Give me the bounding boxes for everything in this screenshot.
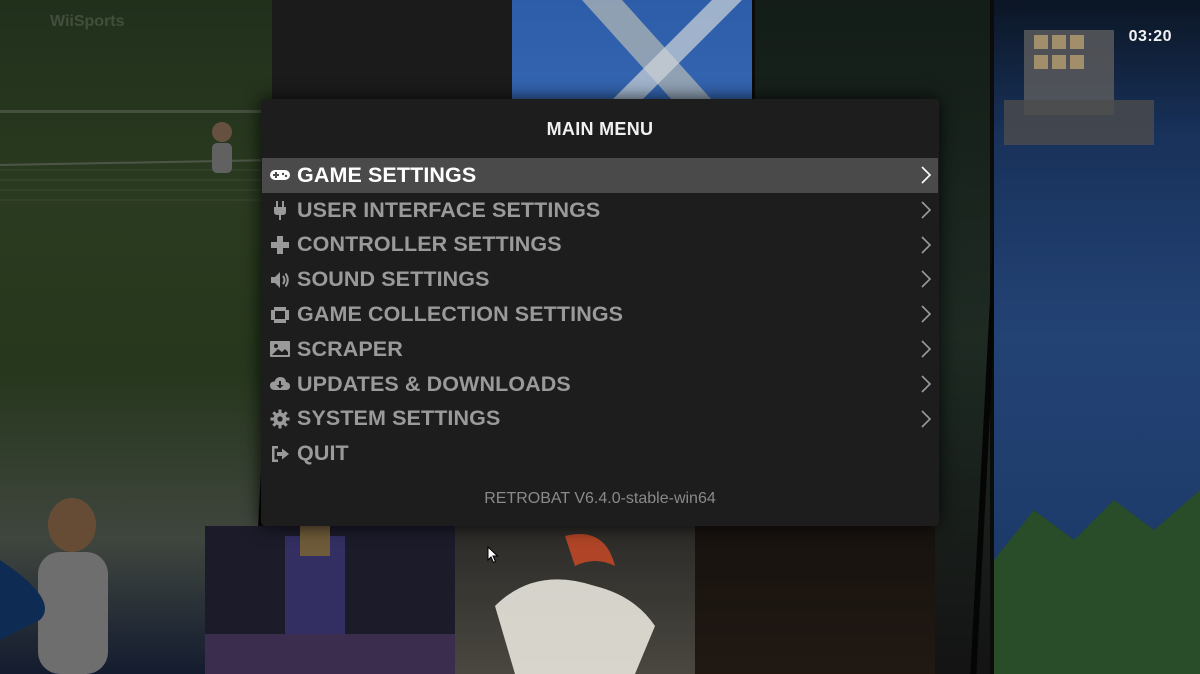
- speaker-icon: [269, 269, 291, 291]
- cloud-download-icon: [269, 373, 291, 395]
- version-label: RETROBAT V6.4.0-stable-win64: [484, 490, 716, 507]
- main-menu: MAIN MENU GAME SETTINGS USER INTERFACE S…: [261, 99, 939, 526]
- menu-title: MAIN MENU: [546, 119, 654, 139]
- menu-item-sound-settings[interactable]: SOUND SETTINGS: [262, 262, 938, 297]
- menu-item-system-settings[interactable]: SYSTEM SETTINGS: [262, 402, 938, 437]
- menu-item-user-interface-settings[interactable]: USER INTERFACE SETTINGS: [262, 193, 938, 228]
- background-logo-text: WiiSports: [50, 13, 125, 30]
- bg-panel-ocean: [994, 0, 1200, 674]
- collection-frame-icon: [269, 304, 291, 326]
- chevron-right-icon: [921, 305, 932, 323]
- chevron-right-icon: [921, 236, 932, 254]
- menu-item-game-collection-settings[interactable]: GAME COLLECTION SETTINGS: [262, 297, 938, 332]
- chevron-right-icon: [921, 166, 932, 184]
- clock: 03:20: [1128, 28, 1172, 45]
- chevron-right-icon: [921, 340, 932, 358]
- plug-icon: [269, 199, 291, 221]
- gear-icon: [269, 408, 291, 430]
- menu-item-label: USER INTERFACE SETTINGS: [297, 197, 601, 222]
- exit-icon: [269, 443, 291, 465]
- chevron-right-icon: [921, 270, 932, 288]
- gamepad-icon: [269, 164, 291, 186]
- menu-item-label: SOUND SETTINGS: [297, 267, 490, 292]
- menu-item-label: GAME SETTINGS: [297, 162, 477, 187]
- menu-item-controller-settings[interactable]: CONTROLLER SETTINGS: [262, 228, 938, 263]
- chevron-right-icon: [921, 375, 932, 393]
- bg-panel-pixel-fighter: [205, 526, 455, 674]
- chevron-right-icon: [921, 201, 932, 219]
- menu-item-label: SYSTEM SETTINGS: [297, 406, 501, 431]
- menu-item-label: GAME COLLECTION SETTINGS: [297, 302, 624, 327]
- dpad-cross-icon: [269, 234, 291, 256]
- menu-item-updates-downloads[interactable]: UPDATES & DOWNLOADS: [262, 367, 938, 402]
- menu-item-game-settings[interactable]: GAME SETTINGS: [262, 158, 938, 193]
- chevron-right-icon: [921, 410, 932, 428]
- bg-panel-interior: [695, 526, 935, 674]
- mouse-cursor-icon: [487, 546, 499, 564]
- menu-item-quit[interactable]: QUIT: [262, 436, 938, 471]
- menu-item-label: QUIT: [297, 441, 349, 466]
- image-icon: [269, 338, 291, 360]
- menu-item-scraper[interactable]: SCRAPER: [262, 332, 938, 367]
- menu-item-label: UPDATES & DOWNLOADS: [297, 371, 571, 396]
- retrobat-screen: WiiSports 03:20 MAIN MENU GAME SETTINGS …: [0, 0, 1200, 674]
- menu-list: GAME SETTINGS USER INTERFACE SETTINGS CO…: [262, 158, 938, 471]
- menu-item-label: SCRAPER: [297, 336, 403, 361]
- menu-item-label: CONTROLLER SETTINGS: [297, 232, 562, 257]
